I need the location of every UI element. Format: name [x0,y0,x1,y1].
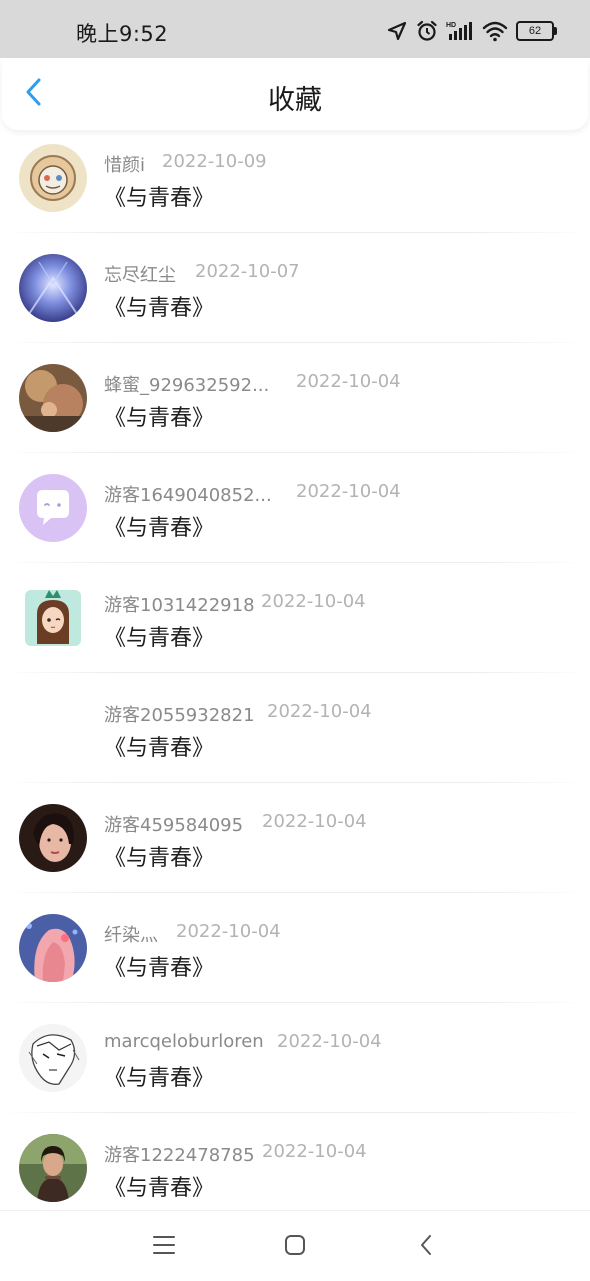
divider [0,342,590,343]
back-nav-button[interactable] [406,1231,446,1263]
book-title[interactable]: 《与青春》 [104,1060,214,1092]
list-item[interactable]: 游客1031422918 2022-10-04 《与青春》 [0,564,590,674]
page-title: 收藏 [268,85,322,116]
item-meta: 游客2055932821 2022-10-04 [104,701,372,727]
system-nav-bar [0,1210,590,1281]
avatar[interactable] [19,474,87,542]
list-item[interactable]: 蜂蜜_929632592... 2022-10-04 《与青春》 [0,344,590,454]
item-meta: 惜颜i 2022-10-09 [104,151,267,177]
nickname: 游客459584095 [104,815,244,836]
nickname: 游客1222478785 [104,1145,255,1166]
status-time: 晚上9:52 [76,22,169,46]
nickname: marcqeloburloren [104,1031,264,1052]
list-item[interactable]: 惜颜i 2022-10-09 《与青春》 [0,124,590,234]
item-meta: 蜂蜜_929632592... 2022-10-04 [104,371,401,397]
nickname: 游客1031422918 [104,595,255,616]
book-title[interactable]: 《与青春》 [104,510,214,542]
avatar[interactable] [19,144,87,212]
nickname: 游客2055932821 [104,705,255,726]
avatar[interactable] [19,804,87,872]
divider [0,232,590,233]
app-header: 收藏 [2,58,588,130]
book-title[interactable]: 《与青春》 [104,620,214,652]
avatar[interactable] [19,254,87,322]
menu-icon [152,1234,176,1260]
book-title[interactable]: 《与青春》 [104,1170,214,1202]
divider [0,1002,590,1003]
divider [0,672,590,673]
list-item[interactable]: 游客2055932821 2022-10-04 《与青春》 [0,674,590,784]
item-meta: 游客1031422918 2022-10-04 [104,591,366,617]
avatar[interactable] [19,1024,87,1092]
avatar[interactable] [19,1134,87,1202]
date: 2022-10-04 [262,1141,367,1162]
list-item[interactable]: 忘尽红尘 2022-10-07 《与青春》 [0,234,590,344]
date: 2022-10-04 [296,481,401,502]
divider [0,782,590,783]
menu-button[interactable] [144,1231,184,1263]
date: 2022-10-04 [261,591,366,612]
list-item[interactable]: marcqeloburloren 2022-10-04 《与青春》 [0,1004,590,1114]
wifi-icon [482,20,508,42]
home-icon [283,1233,307,1261]
book-title[interactable]: 《与青春》 [104,950,214,982]
item-meta: 忘尽红尘 2022-10-07 [104,261,300,287]
item-meta: 游客1649040852... 2022-10-04 [104,481,401,507]
nickname: 惜颜i [104,155,146,176]
svg-text:HD: HD [446,22,456,29]
divider [0,562,590,563]
item-meta: 游客459584095 2022-10-04 [104,811,367,837]
book-title[interactable]: 《与青春》 [104,290,214,322]
favorites-list: 惜颜i 2022-10-09 《与青春》 忘尽红尘 2022-10-07 《与青… [0,124,590,1224]
date: 2022-10-07 [195,261,300,282]
book-title[interactable]: 《与青春》 [104,180,214,212]
date: 2022-10-04 [267,701,372,722]
avatar[interactable] [19,584,87,652]
battery-icon: 62 [516,21,557,41]
item-meta: marcqeloburloren 2022-10-04 [104,1031,382,1052]
status-bar: 晚上9:52 HD 62 [0,0,590,58]
nickname: 忘尽红尘 [104,265,176,286]
divider [0,892,590,893]
date: 2022-10-09 [162,151,267,172]
nickname: 纤染灬 [104,925,158,946]
divider [0,452,590,453]
nickname: 蜂蜜_929632592... [104,375,270,396]
hd-signal-icon: HD [446,20,474,42]
date: 2022-10-04 [176,921,281,942]
list-item[interactable]: 游客459584095 2022-10-04 《与青春》 [0,784,590,894]
list-item[interactable]: 游客1649040852... 2022-10-04 《与青春》 [0,454,590,564]
alarm-icon [416,20,438,42]
book-title[interactable]: 《与青春》 [104,400,214,432]
date: 2022-10-04 [262,811,367,832]
nickname: 游客1649040852... [104,485,272,506]
location-icon [386,20,408,42]
date: 2022-10-04 [277,1031,382,1052]
back-icon [418,1233,434,1261]
avatar[interactable] [19,364,87,432]
divider [0,1112,590,1113]
book-title[interactable]: 《与青春》 [104,730,214,762]
home-button[interactable] [275,1231,315,1263]
list-item[interactable]: 纤染灬 2022-10-04 《与青春》 [0,894,590,1004]
date: 2022-10-04 [296,371,401,392]
status-icons: HD 62 [386,18,557,44]
item-meta: 游客1222478785 2022-10-04 [104,1141,367,1167]
avatar[interactable] [19,914,87,982]
book-title[interactable]: 《与青春》 [104,840,214,872]
list-item[interactable]: 游客1222478785 2022-10-04 《与青春》 [0,1114,590,1224]
item-meta: 纤染灬 2022-10-04 [104,921,281,947]
